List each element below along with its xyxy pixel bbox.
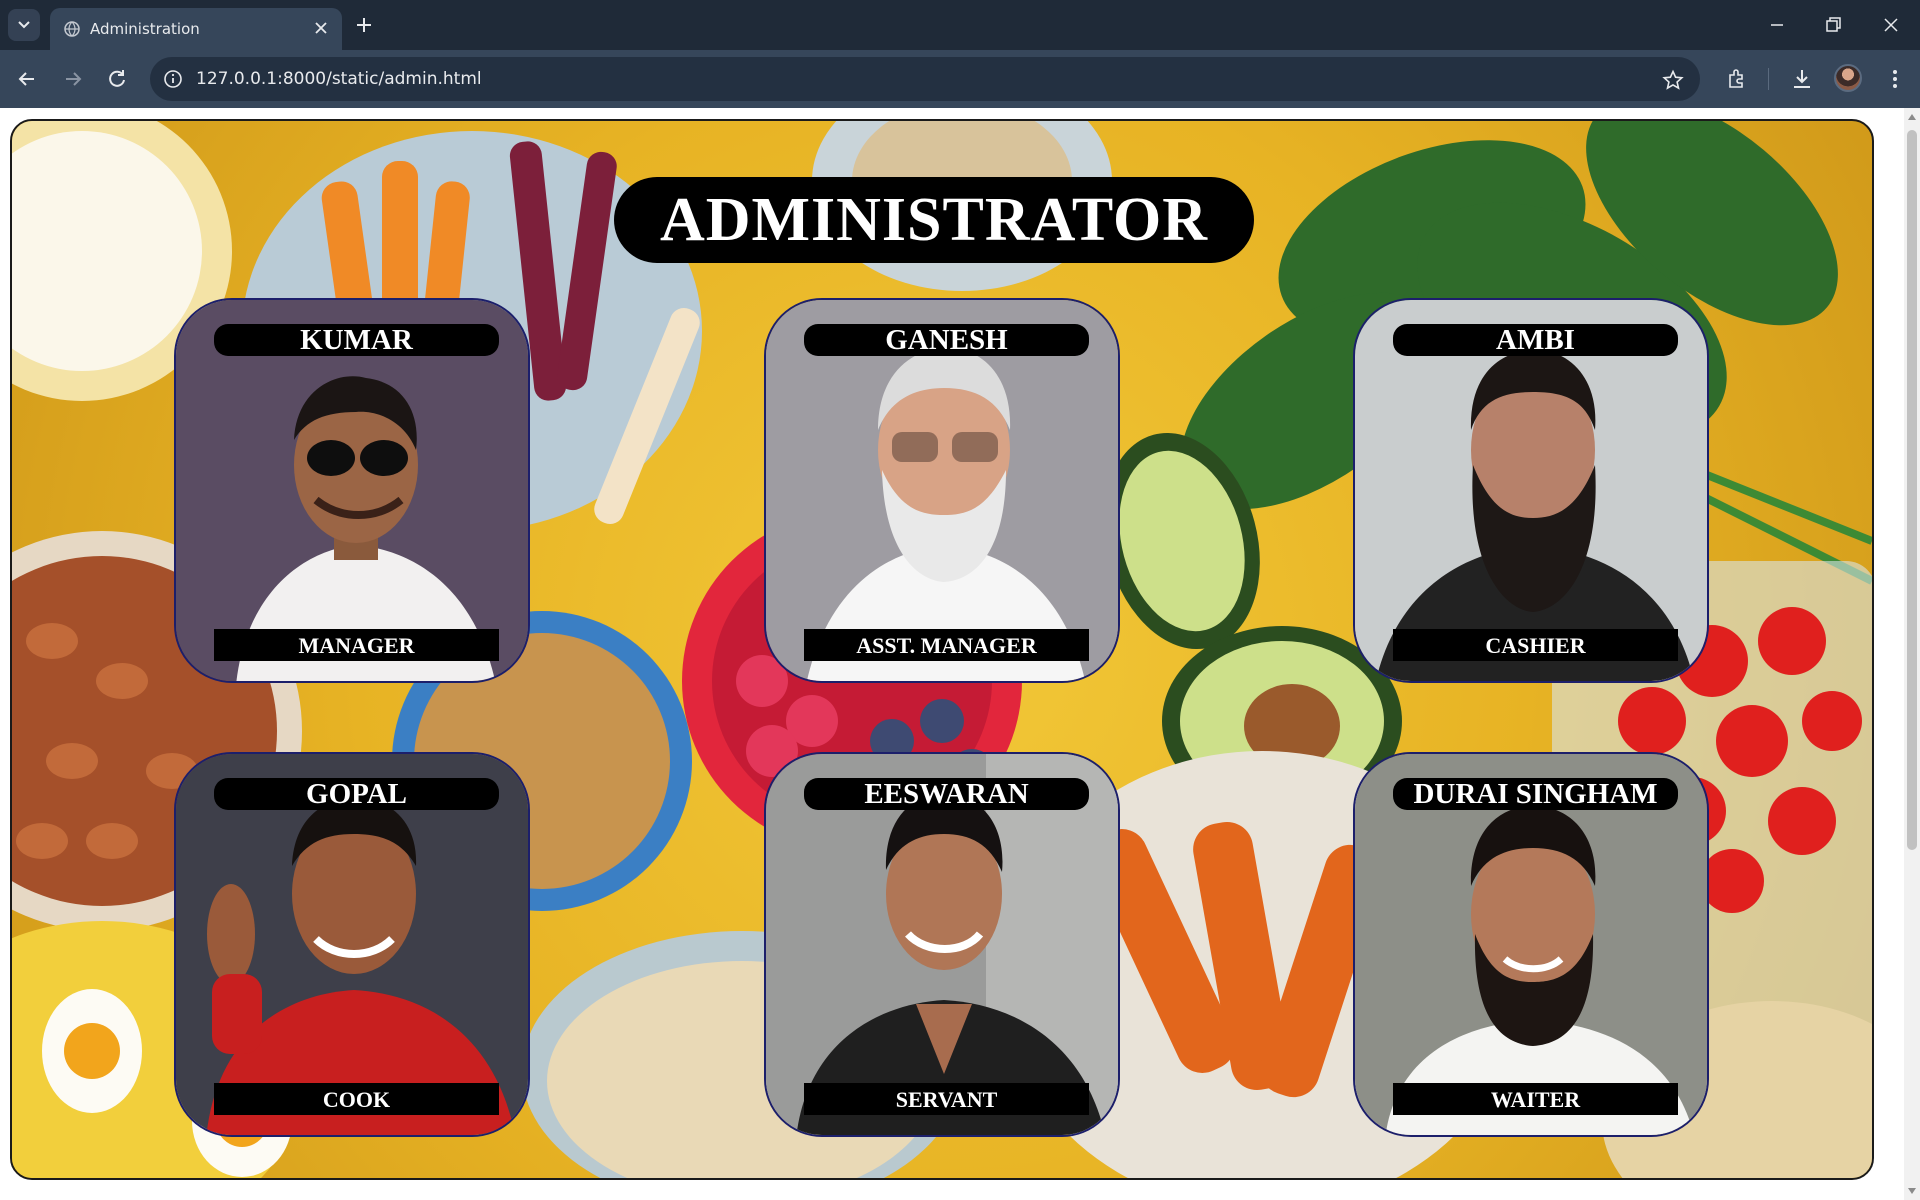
page-title: ADMINISTRATOR bbox=[614, 177, 1254, 263]
staff-photo bbox=[1355, 300, 1707, 681]
page-viewport: ADMINISTRATOR KUMAR MANAGER GANESH ASST.… bbox=[0, 108, 1920, 1200]
scroll-thumb[interactable] bbox=[1907, 130, 1917, 850]
staff-photo bbox=[766, 754, 1118, 1135]
scroll-up-arrow-icon[interactable] bbox=[1908, 114, 1916, 120]
minimize-icon[interactable] bbox=[1766, 14, 1788, 36]
chevron-down-icon bbox=[18, 21, 30, 29]
menu-dots-icon[interactable] bbox=[1882, 66, 1908, 92]
address-bar[interactable]: 127.0.0.1:8000/static/admin.html bbox=[150, 57, 1700, 101]
close-tab-icon[interactable] bbox=[312, 19, 330, 37]
staff-photo bbox=[1355, 754, 1707, 1135]
reload-icon[interactable] bbox=[104, 66, 130, 92]
staff-card-asst-manager[interactable]: GANESH ASST. MANAGER bbox=[764, 298, 1120, 683]
staff-card-manager[interactable]: KUMAR MANAGER bbox=[174, 298, 530, 683]
extensions-icon[interactable] bbox=[1724, 66, 1750, 92]
staff-photo bbox=[766, 300, 1118, 681]
tab-search-button[interactable] bbox=[8, 9, 40, 41]
new-tab-icon[interactable] bbox=[352, 13, 376, 37]
staff-name: GANESH bbox=[804, 324, 1089, 356]
active-tab[interactable]: Administration bbox=[50, 8, 342, 50]
staff-role: CASHIER bbox=[1393, 629, 1678, 661]
staff-role: COOK bbox=[214, 1083, 499, 1115]
back-arrow-icon[interactable] bbox=[14, 66, 40, 92]
restore-icon[interactable] bbox=[1822, 14, 1844, 36]
staff-card-servant[interactable]: EESWARAN SERVANT bbox=[764, 752, 1120, 1137]
url-text: 127.0.0.1:8000/static/admin.html bbox=[196, 69, 482, 89]
staff-name: EESWARAN bbox=[804, 778, 1089, 810]
browser-toolbar: 127.0.0.1:8000/static/admin.html bbox=[0, 50, 1920, 108]
staff-role: ASST. MANAGER bbox=[804, 629, 1089, 661]
staff-role: SERVANT bbox=[804, 1083, 1089, 1115]
scroll-down-arrow-icon[interactable] bbox=[1908, 1188, 1916, 1194]
site-info-icon[interactable] bbox=[162, 68, 184, 90]
tab-title: Administration bbox=[90, 20, 200, 38]
staff-photo bbox=[176, 754, 528, 1135]
staff-card-waiter[interactable]: DURAI SINGHAM WAITER bbox=[1353, 752, 1709, 1137]
toolbar-divider bbox=[1768, 68, 1769, 90]
staff-name: AMBI bbox=[1393, 324, 1678, 356]
forward-arrow-icon[interactable] bbox=[60, 66, 86, 92]
vertical-scrollbar[interactable] bbox=[1904, 108, 1920, 1200]
staff-role: MANAGER bbox=[214, 629, 499, 661]
food-background-panel: ADMINISTRATOR KUMAR MANAGER GANESH ASST.… bbox=[10, 119, 1874, 1180]
staff-name: KUMAR bbox=[214, 324, 499, 356]
close-window-icon[interactable] bbox=[1880, 14, 1902, 36]
staff-role: WAITER bbox=[1393, 1083, 1678, 1115]
staff-name: DURAI SINGHAM bbox=[1393, 778, 1678, 810]
download-icon[interactable] bbox=[1789, 66, 1815, 92]
tab-strip: Administration bbox=[0, 0, 1920, 50]
staff-card-cook[interactable]: GOPAL COOK bbox=[174, 752, 530, 1137]
globe-icon bbox=[64, 21, 80, 37]
staff-card-cashier[interactable]: AMBI CASHIER bbox=[1353, 298, 1709, 683]
staff-name: GOPAL bbox=[214, 778, 499, 810]
profile-avatar[interactable] bbox=[1834, 64, 1862, 92]
staff-photo bbox=[176, 300, 528, 681]
bookmark-star-icon[interactable] bbox=[1662, 69, 1684, 91]
